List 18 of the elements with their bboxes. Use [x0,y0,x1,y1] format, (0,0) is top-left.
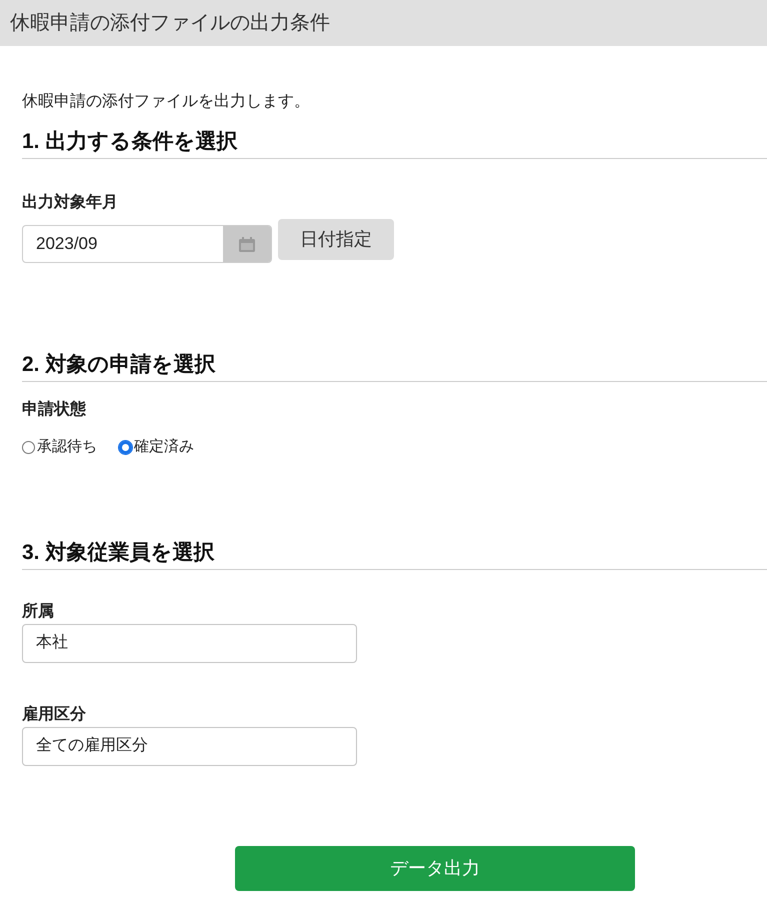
field-label: 所属 [22,602,54,622]
intro-text: 休暇申請の添付ファイルを出力します。 [22,92,310,112]
select-field[interactable]: 全ての雇用区分 [22,726,357,766]
section-heading: 2. 対象の申請を選択 [22,352,216,378]
field-label: 出力対象年月 [22,192,118,213]
radio-selected[interactable] [119,440,132,454]
date-button[interactable]: 日付指定 [278,219,394,260]
select-field[interactable]: 本社 [22,624,357,662]
page-title: 休暇申請の添付ファイルの出力条件 [10,11,330,36]
section-heading: 3. 対象従業員を選択 [22,540,214,566]
field-label: 雇用区分 [22,704,86,724]
date-field[interactable]: 2023/09 [22,225,272,263]
field-label: 申請状態 [22,399,86,420]
radio-option[interactable]: 承認待ち [22,436,97,458]
radio-option[interactable]: 確定済み [119,436,194,458]
calendar-icon [239,236,255,252]
radio-unselected[interactable] [22,440,35,454]
section-heading: 1. 出力する条件を選択 [22,129,238,155]
